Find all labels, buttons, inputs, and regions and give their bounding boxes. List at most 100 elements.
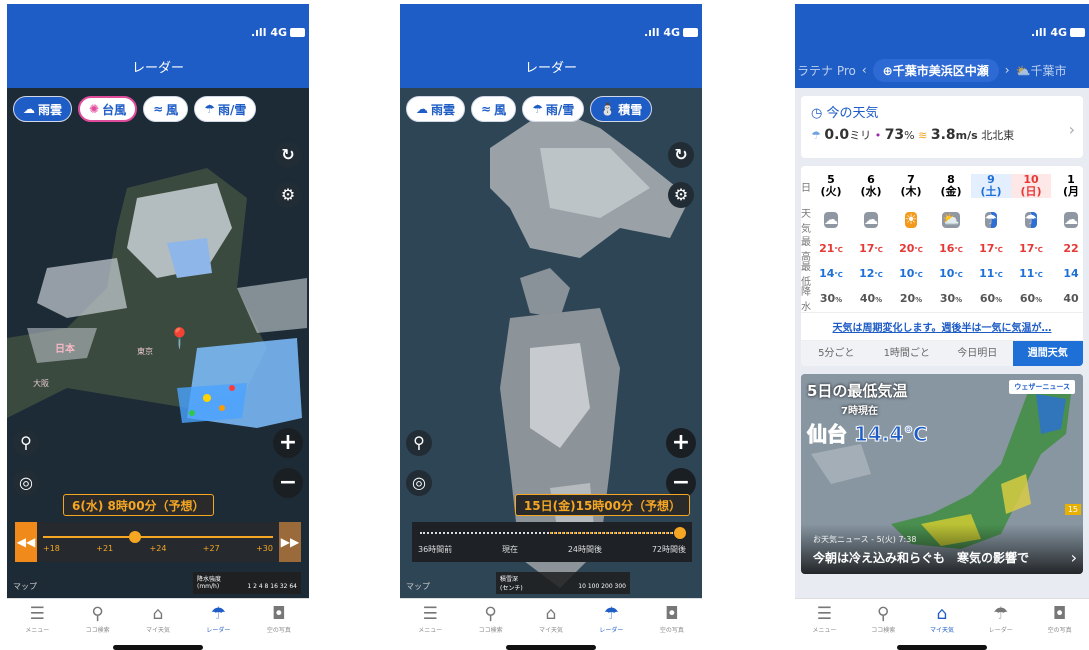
gear-icon[interactable]: ⚙: [668, 182, 694, 208]
map-credit: マップ: [13, 582, 37, 591]
cloud-rain-icon: ☂: [984, 212, 998, 228]
row-low: 最低 14℃ 12℃ 10℃ 10℃ 11℃ 11℃ 14: [801, 262, 1079, 288]
chevron-right-icon[interactable]: ›: [1005, 63, 1010, 77]
zoom-in-button[interactable]: +: [273, 428, 303, 458]
tab-5min[interactable]: 5分ごと: [801, 341, 872, 366]
tab-search[interactable]: ⚲ ココ検索: [854, 599, 913, 650]
next-location[interactable]: ⛅千葉市: [1016, 62, 1067, 79]
brand-badge: ウェザーニュース: [1009, 380, 1075, 394]
locate-icon[interactable]: ◎: [13, 470, 39, 496]
news-card[interactable]: 5日の最低気温 ウェザーニュース 7時現在 仙台 14.4℃ 15 お天気ニュー…: [801, 374, 1083, 574]
chip-typhoon[interactable]: ✺ 台風: [78, 96, 138, 122]
tab-my-weather[interactable]: ⌂ マイ天気: [128, 599, 188, 650]
chevron-right-icon: ›: [1068, 120, 1075, 139]
chevron-left-icon[interactable]: ‹: [862, 63, 867, 77]
camera-icon: ◘: [1052, 604, 1067, 624]
weekly-forecast-table: 日 5 (火) 6 (水) 7 (木) 8 (金) 9 (土) 10 (日) 1 (月 天気 …: [801, 166, 1083, 366]
news-headline: 今朝は冷え込み和らぐも 寒気の影響で: [813, 551, 1030, 565]
radar-map[interactable]: 日本 東京 大阪 📍 ☁ 雨雲 ✺ 台風 ≈ 風 ☂ 雨/雪 ↻ ⚙ ⚲ + ◎ − 6…: [7, 88, 309, 598]
cloud-rain-icon: ☂: [1024, 212, 1038, 228]
current-weather-card[interactable]: ◷ 今の天気 ☂ 0.0ミリ • 73% ≋ 3.8m/s 北北東 ›: [801, 96, 1083, 158]
prev-location[interactable]: ラテナ Pro: [797, 62, 856, 79]
location-pin-icon[interactable]: 📍: [167, 326, 192, 350]
refresh-icon[interactable]: ↻: [668, 142, 694, 168]
timeline-slider[interactable]: 36時間前 現在 24時間後 72時間後: [412, 522, 692, 562]
radar-rain-screen: .ıll 4G レーダー 日本 東京 大阪 📍 ☁ 雨雲 ✺ 台風 ≈ 風 ☂ 雨/雪 …: [7, 4, 309, 650]
refresh-icon[interactable]: ↻: [275, 142, 301, 168]
tab-weekly[interactable]: 週間天気: [1012, 341, 1083, 366]
status-bar: .ıll 4G: [400, 4, 702, 52]
tab-today-tomorrow[interactable]: 今日明日: [942, 341, 1013, 366]
cloud-icon: ☁: [864, 212, 878, 228]
search-icon: ⚲: [484, 604, 497, 624]
snow-legend: 積雪深 (センチ) 10 100 200 300: [496, 572, 630, 594]
tab-hourly[interactable]: 1時間ごと: [871, 341, 942, 366]
radar-map[interactable]: ☁ 雨雲 ≈ 風 ☂ 雨/雪 ⛄ 積雪 ↻ ⚙ ⚲ + ◎ − 15日(金)15時00分…: [400, 88, 702, 598]
row-date: 日 5 (火) 6 (水) 7 (木) 8 (金) 9 (土) 10 (日) 1 (月: [801, 173, 1080, 198]
chip-rain-cloud[interactable]: ☁ 雨雲: [406, 96, 466, 122]
radar-icon: ☂: [603, 604, 620, 624]
gear-icon[interactable]: ⚙: [275, 182, 301, 208]
status-bar: .ıll 4G: [795, 4, 1089, 52]
home-icon: ⌂: [545, 604, 557, 624]
timeline-knob[interactable]: [129, 531, 141, 543]
chip-wind[interactable]: ≈ 風: [143, 96, 189, 122]
precip-legend: 降水強度 (mm/h) 1 2 4 8 16 32 64: [193, 572, 301, 594]
chip-wind[interactable]: ≈ 風: [471, 96, 517, 122]
my-weather-screen: .ıll 4G ラテナ Pro ‹ ⊕千葉市美浜区中瀬 › ⛅千葉市 ◷ 今の天…: [795, 4, 1089, 650]
locate-icon[interactable]: ◎: [406, 470, 432, 496]
zoom-in-button[interactable]: +: [666, 428, 696, 458]
highlight-temp: 仙台 14.4℃: [807, 422, 929, 447]
map-label-japan: 日本: [55, 344, 75, 355]
tab-radar[interactable]: ☂ レーダー: [971, 599, 1030, 650]
search-icon[interactable]: ⚲: [13, 430, 39, 456]
row-high: 最高 21℃ 17℃ 20℃ 16℃ 17℃ 17℃ 22: [801, 237, 1079, 263]
battery-icon: [1070, 28, 1085, 37]
tab-sky-photo[interactable]: ◘ 空の写真: [1030, 599, 1089, 650]
home-icon: ⌂: [936, 604, 948, 624]
news-caption: お天気ニュース - 5(火) 7:38 今朝は冷え込み和らぐも 寒気の影響で ›: [801, 524, 1083, 574]
rewind-icon[interactable]: ◀◀: [15, 522, 37, 562]
tab-sky-photo[interactable]: ◘ 空の写真: [642, 599, 702, 650]
search-icon[interactable]: ⚲: [406, 430, 432, 456]
tab-search[interactable]: ⚲ ココ検索: [67, 599, 127, 650]
tab-my-weather[interactable]: ⌂ マイ天気: [521, 599, 581, 650]
tab-sky-photo[interactable]: ◘ 空の写真: [249, 599, 309, 650]
chip-rain-snow[interactable]: ☂ 雨/雪: [522, 96, 585, 122]
menu-icon: ☰: [422, 604, 438, 624]
tab-menu[interactable]: ☰ メニュー: [795, 599, 854, 650]
zoom-out-button[interactable]: −: [273, 468, 303, 498]
radar-icon: ☂: [993, 604, 1009, 624]
tab-my-weather[interactable]: ⌂ マイ天気: [913, 599, 972, 650]
search-icon: ⚲: [876, 604, 890, 624]
tab-bar: ☰ メニュー ⚲ ココ検索 ⌂ マイ天気 ☂ レーダー ◘ 空の写真: [400, 598, 702, 650]
search-icon: ⚲: [91, 604, 104, 624]
current-location[interactable]: ⊕千葉市美浜区中瀬: [872, 58, 999, 82]
timeline-slider[interactable]: ◀◀ ▶▶ +18 +21 +24 +27 +30: [15, 522, 301, 562]
battery-icon: [290, 28, 305, 37]
news-source: お天気ニュース - 5(火) 7:38: [813, 535, 917, 544]
forward-icon[interactable]: ▶▶: [279, 522, 301, 562]
timeline-knob[interactable]: [674, 527, 686, 539]
tab-search[interactable]: ⚲ ココ検索: [460, 599, 520, 650]
menu-icon: ☰: [29, 604, 45, 624]
forecast-notice-link[interactable]: 天気は周期変化します。週後半は一気に気温が…: [801, 312, 1083, 340]
forecast-time-label: 15日(金)15時00分（予想）: [514, 494, 690, 516]
tab-radar[interactable]: ☂ レーダー: [188, 599, 248, 650]
chip-rain-cloud[interactable]: ☁ 雨雲: [13, 96, 73, 122]
chip-rain-snow[interactable]: ☂ 雨/雪: [194, 96, 257, 122]
page-title: レーダー: [7, 52, 309, 88]
temp-scale: 15: [1064, 504, 1081, 515]
battery-icon: [683, 28, 698, 37]
camera-icon: ◘: [665, 604, 679, 624]
tab-bar: ☰ メニュー ⚲ ココ検索 ⌂ マイ天気 ☂ レーダー ◘ 空の写真: [7, 598, 309, 650]
home-indicator: [897, 645, 987, 650]
chip-snow-depth[interactable]: ⛄ 積雪: [590, 96, 653, 122]
tab-menu[interactable]: ☰ メニュー: [400, 599, 460, 650]
humidity-icon: •: [874, 129, 882, 142]
tab-radar[interactable]: ☂ レーダー: [581, 599, 641, 650]
home-icon: ⌂: [152, 604, 164, 624]
cloud-icon: ☁: [824, 212, 838, 228]
network-indicator: .ıll 4G: [643, 26, 680, 39]
tab-menu[interactable]: ☰ メニュー: [7, 599, 67, 650]
